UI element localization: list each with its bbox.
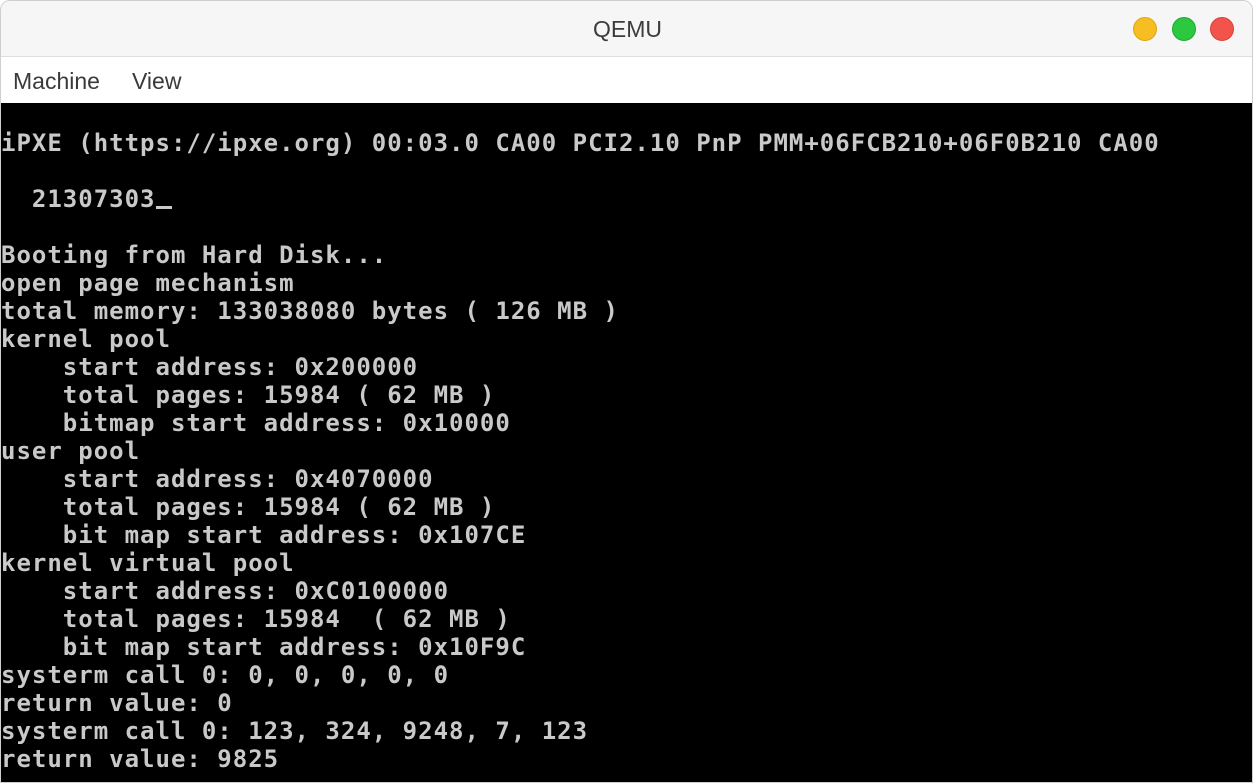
menu-machine[interactable]: Machine bbox=[13, 57, 100, 103]
close-button[interactable] bbox=[1210, 17, 1234, 41]
menu-bar: Machine View bbox=[1, 57, 1252, 103]
console-line: total pages: 15984 ( 62 MB ) bbox=[1, 493, 496, 521]
console-line: user pool bbox=[1, 437, 141, 465]
maximize-button[interactable] bbox=[1172, 17, 1196, 41]
qemu-window: QEMU Machine View iPXE (https://ipxe.org… bbox=[0, 0, 1253, 783]
console-line: systerm call 0: 123, 324, 9248, 7, 123 bbox=[1, 717, 589, 745]
vm-console-screen[interactable]: iPXE (https://ipxe.org) 00:03.0 CA00 PCI… bbox=[1, 103, 1252, 782]
console-line: return value: 0 bbox=[1, 689, 233, 717]
menu-view[interactable]: View bbox=[132, 57, 181, 103]
console-line: bitmap start address: 0x10000 bbox=[1, 409, 511, 437]
console-line: iPXE (https://ipxe.org) 00:03.0 CA00 PCI… bbox=[1, 129, 1160, 157]
console-line: bit map start address: 0x107CE bbox=[1, 521, 527, 549]
console-line-text: 21307303 bbox=[1, 185, 156, 213]
console-line: bit map start address: 0x10F9C bbox=[1, 633, 527, 661]
console-line: systerm call 0: 0, 0, 0, 0, 0 bbox=[1, 661, 450, 689]
title-bar[interactable]: QEMU bbox=[1, 1, 1252, 57]
console-line: kernel virtual pool bbox=[1, 549, 295, 577]
console-line: Booting from Hard Disk... bbox=[1, 241, 388, 269]
text-cursor bbox=[155, 206, 172, 209]
window-title: QEMU bbox=[593, 16, 662, 42]
console-line: open page mechanism bbox=[1, 269, 295, 297]
console-line: kernel pool bbox=[1, 325, 171, 353]
minimize-button[interactable] bbox=[1133, 17, 1157, 41]
console-line: return value: 9825 bbox=[1, 745, 280, 773]
console-line: start address: 0x4070000 bbox=[1, 465, 434, 493]
console-line: total pages: 15984 ( 62 MB ) bbox=[1, 381, 496, 409]
console-line: total pages: 15984 ( 62 MB ) bbox=[1, 605, 511, 633]
console-line: start address: 0xC0100000 bbox=[1, 577, 450, 605]
console-line-with-cursor: 21307303 bbox=[1, 185, 172, 213]
console-line: total memory: 133038080 bytes ( 126 MB ) bbox=[1, 297, 619, 325]
console-line: start address: 0x200000 bbox=[1, 353, 419, 381]
